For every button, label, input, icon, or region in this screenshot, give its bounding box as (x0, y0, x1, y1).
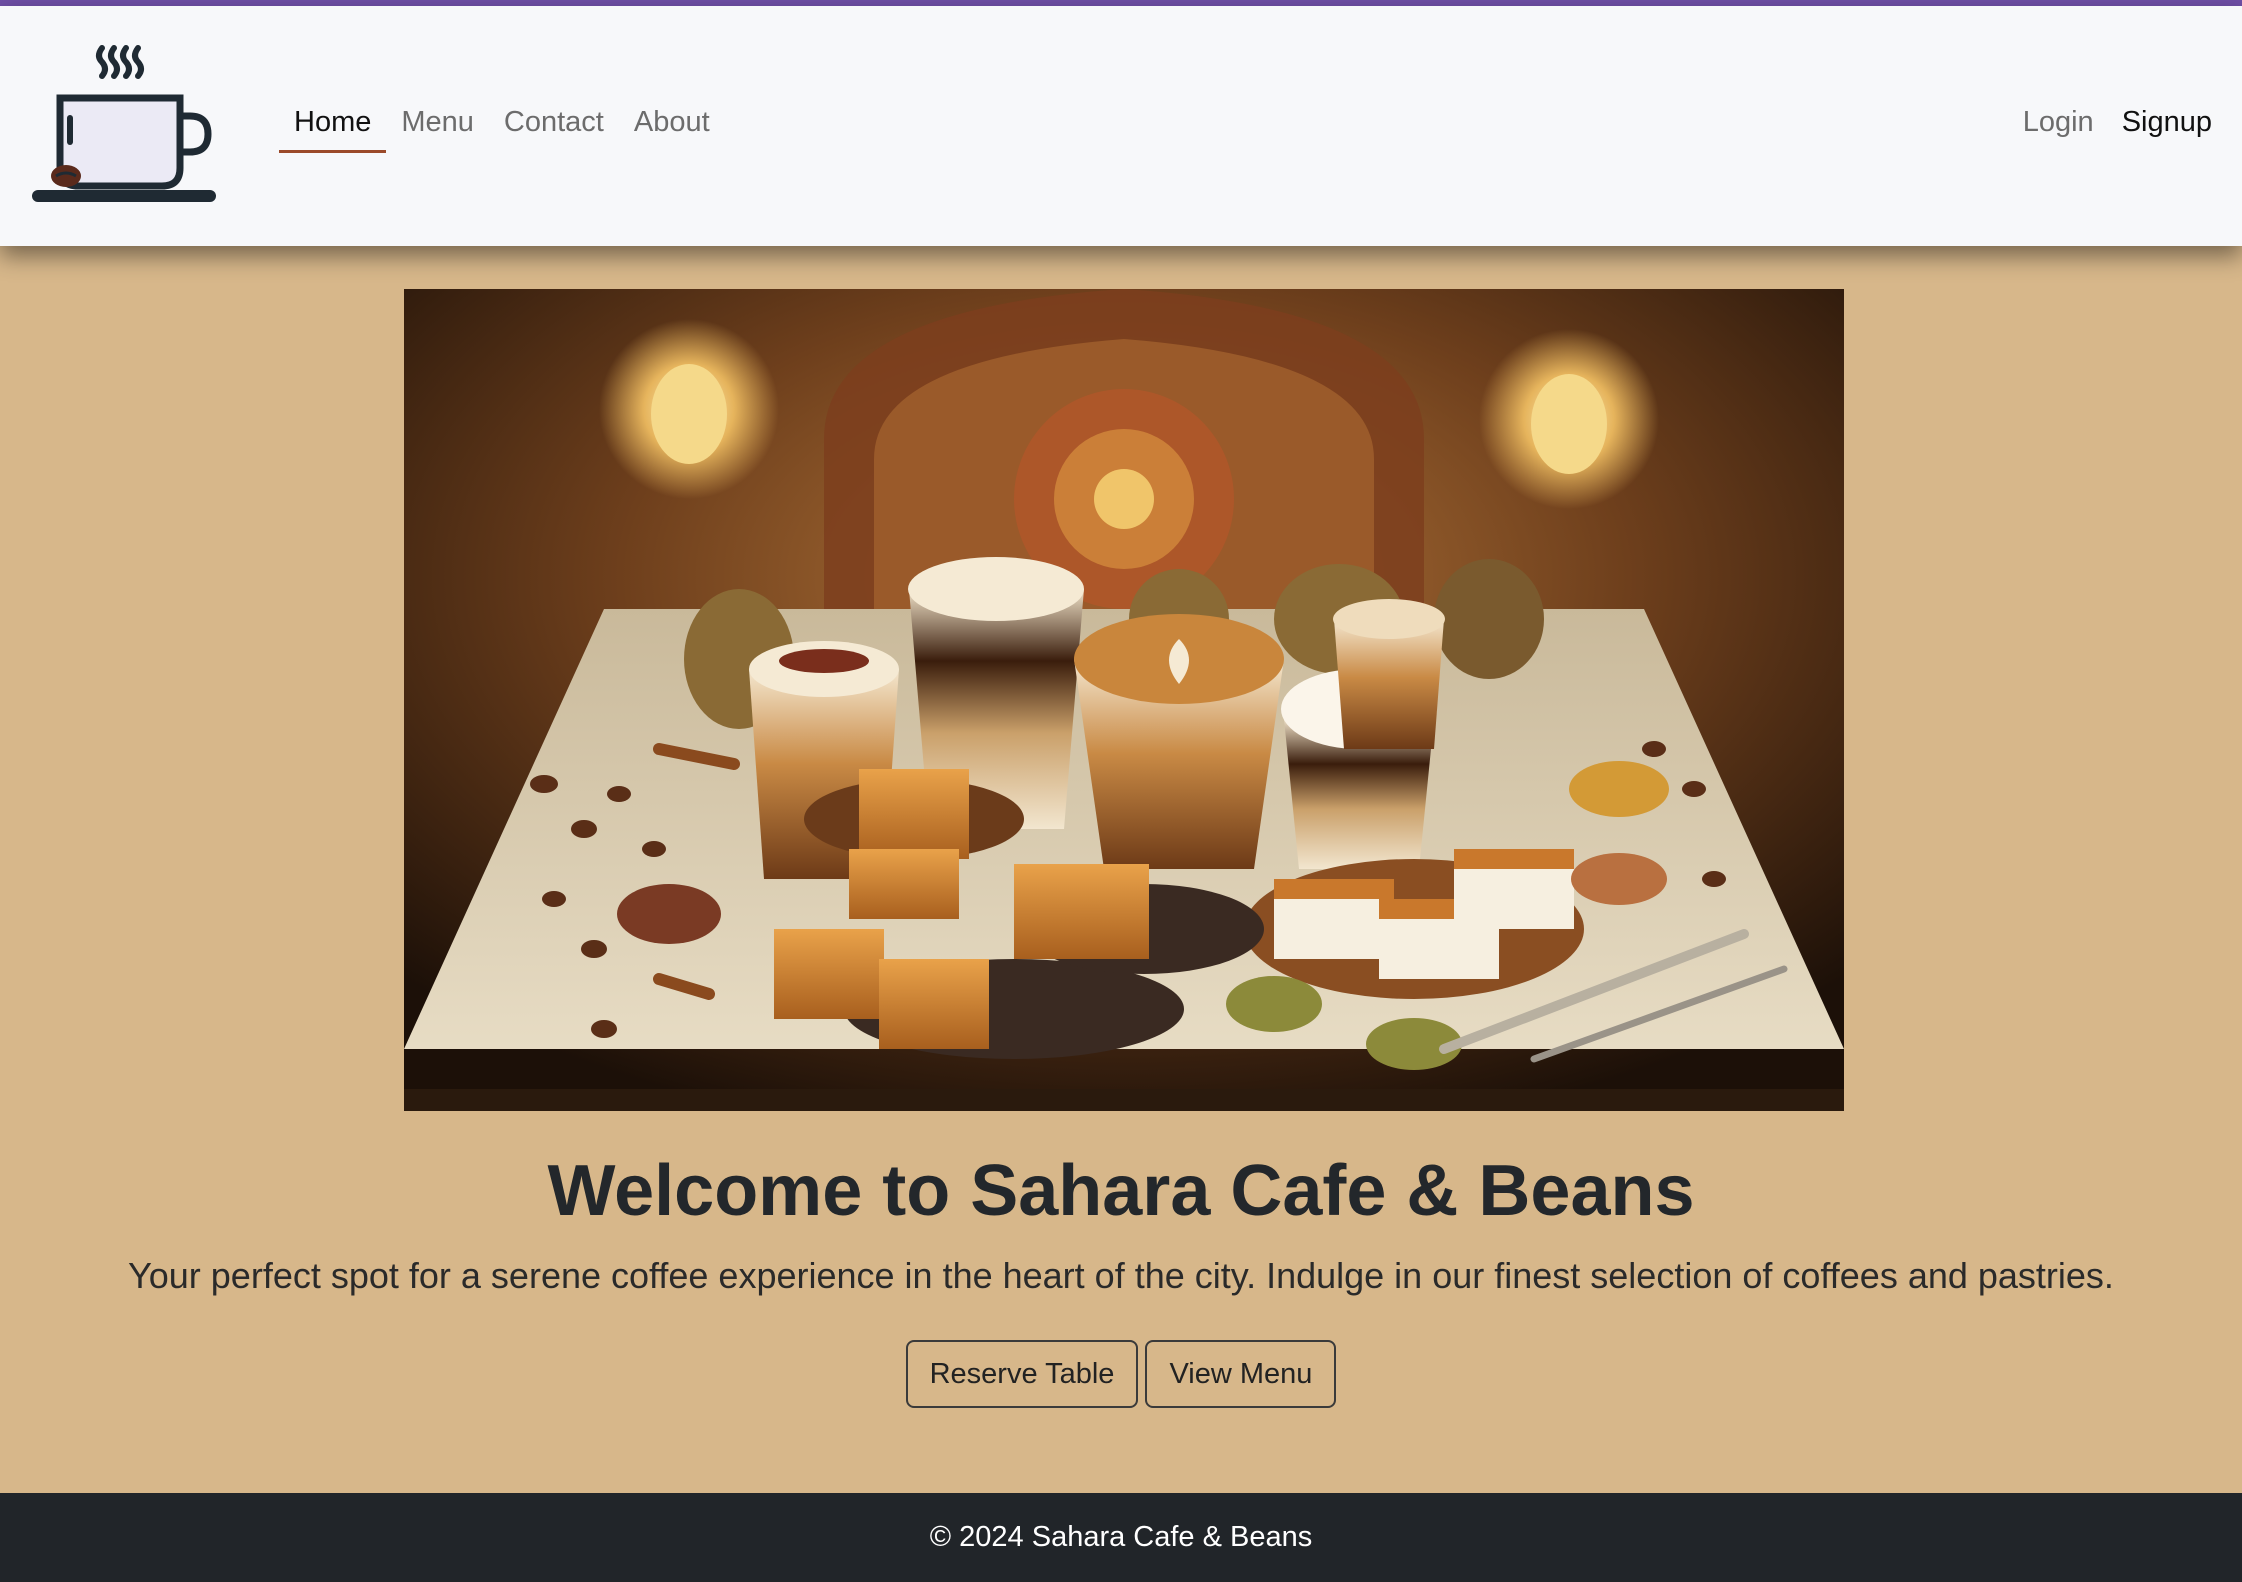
nav-about[interactable]: About (619, 98, 725, 153)
navbar: Home Menu Contact About Login Signup (0, 6, 2242, 246)
nav-home[interactable]: Home (279, 98, 387, 153)
signup-link[interactable]: Signup (2122, 106, 2212, 139)
page-title: Welcome to Sahara Cafe & Beans (547, 1151, 1695, 1231)
page-subtitle: Your perfect spot for a serene coffee ex… (128, 1255, 2114, 1296)
view-menu-button[interactable]: View Menu (1145, 1340, 1337, 1408)
main-nav: Home Menu Contact About (279, 98, 725, 153)
auth-links: Login Signup (2023, 106, 2212, 139)
footer-copyright: © 2024 Sahara Cafe & Beans (929, 1521, 1313, 1553)
coffee-cup-icon[interactable] (30, 36, 220, 216)
reserve-table-button[interactable]: Reserve Table (905, 1340, 1139, 1408)
nav-menu[interactable]: Menu (386, 98, 489, 153)
hero-image (404, 289, 1844, 1111)
login-link[interactable]: Login (2023, 106, 2094, 139)
nav-contact[interactable]: Contact (489, 98, 619, 153)
footer: © 2024 Sahara Cafe & Beans (0, 1493, 2242, 1582)
hero-actions: Reserve Table View Menu (0, 1340, 2242, 1408)
